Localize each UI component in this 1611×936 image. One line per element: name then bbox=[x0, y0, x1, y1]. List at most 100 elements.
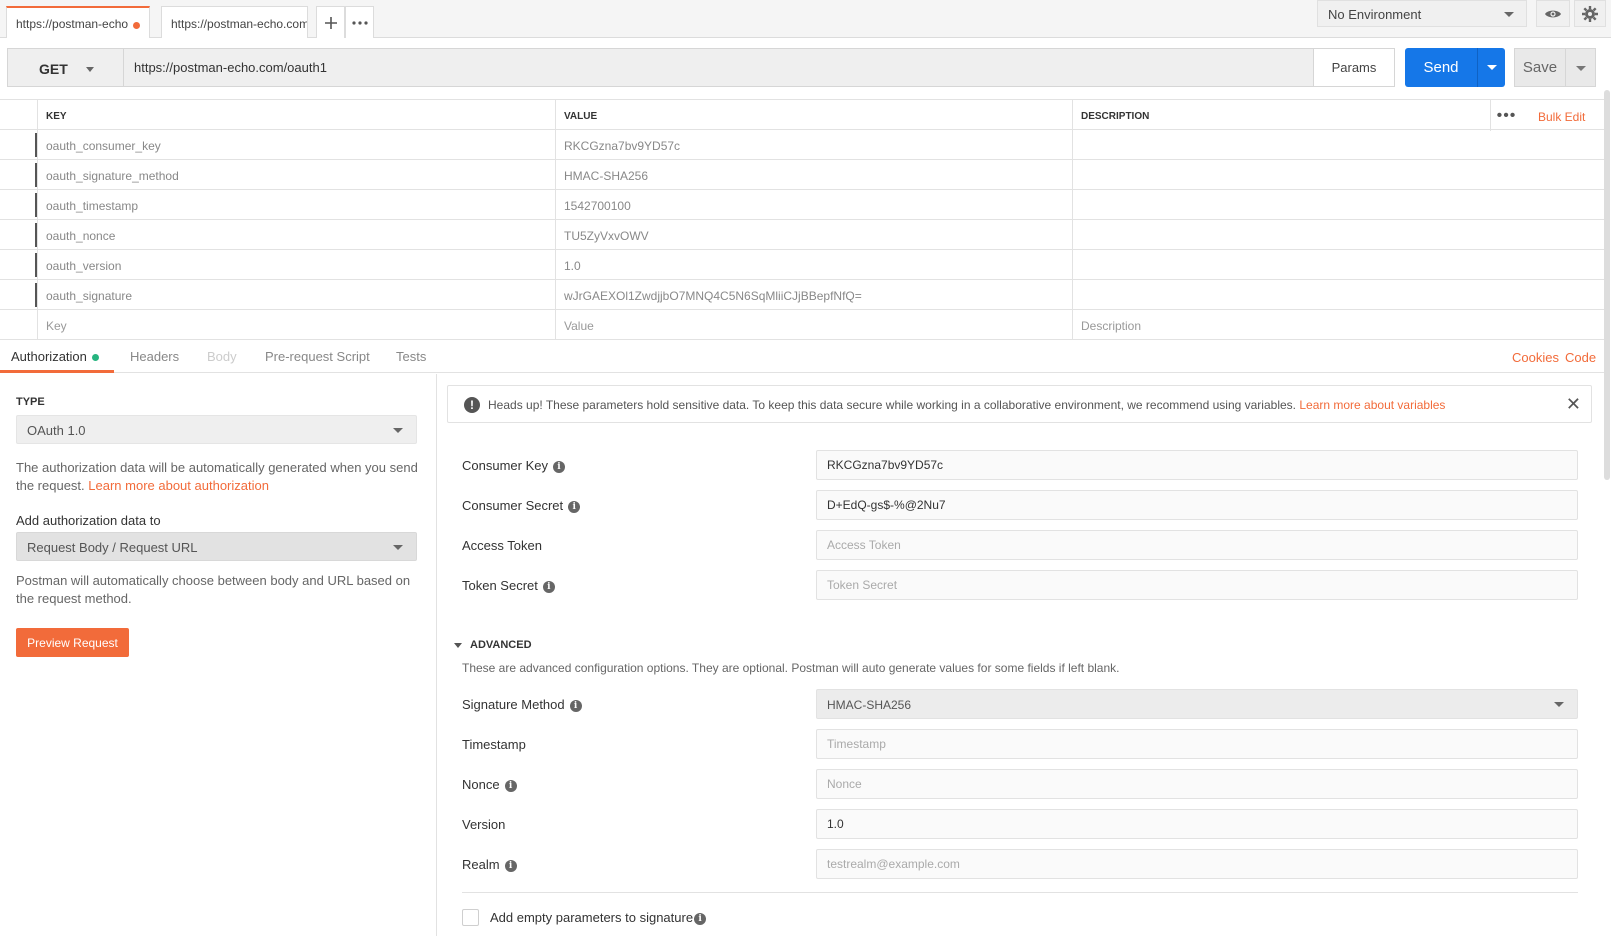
new-value-input[interactable]: Value bbox=[555, 310, 1072, 339]
param-value-cell[interactable]: TU5ZyVxvOWV bbox=[555, 220, 1072, 249]
consumer-secret-label: Consumer Secret i bbox=[462, 498, 581, 513]
advanced-description: These are advanced configuration options… bbox=[462, 661, 1120, 675]
tab-tests[interactable]: Tests bbox=[396, 349, 426, 364]
signature-method-select[interactable]: HMAC-SHA256 bbox=[816, 689, 1578, 719]
timestamp-label: Timestamp bbox=[462, 737, 526, 752]
consumer-key-label: Consumer Key i bbox=[462, 458, 565, 473]
info-icon[interactable]: i bbox=[694, 912, 707, 925]
auth-help-text: The authorization data will be automatic… bbox=[16, 459, 421, 495]
method-select[interactable]: GET bbox=[7, 48, 123, 87]
preview-request-button[interactable]: Preview Request bbox=[16, 628, 129, 657]
url-input[interactable] bbox=[123, 48, 1314, 87]
param-key-cell[interactable]: oauth_consumer_key bbox=[37, 130, 555, 159]
param-value-cell[interactable]: 1.0 bbox=[555, 250, 1072, 279]
bulk-edit-link[interactable]: Bulk Edit bbox=[1538, 110, 1585, 124]
learn-more-variables-link[interactable]: Learn more about variables bbox=[1299, 398, 1445, 412]
add-auth-to-select[interactable]: Request Body / Request URL bbox=[16, 532, 417, 561]
label-text: Consumer Key bbox=[462, 458, 548, 473]
tab-body[interactable]: Body bbox=[207, 349, 237, 364]
param-description-cell[interactable] bbox=[1072, 250, 1605, 279]
param-description-cell[interactable] bbox=[1072, 280, 1605, 309]
learn-more-authorization-link[interactable]: Learn more about authorization bbox=[88, 478, 269, 493]
send-button[interactable]: Send bbox=[1405, 48, 1477, 87]
table-options-icon[interactable]: ••• bbox=[1490, 100, 1522, 131]
column-header-key: KEY bbox=[37, 100, 555, 129]
param-value-cell[interactable]: RKCGzna7bv9YD57c bbox=[555, 130, 1072, 159]
environment-select[interactable]: No Environment bbox=[1317, 0, 1527, 27]
timestamp-input[interactable] bbox=[816, 729, 1578, 759]
alert-icon: ! bbox=[464, 397, 480, 413]
param-key-cell[interactable]: oauth_timestamp bbox=[37, 190, 555, 219]
column-header-value: VALUE bbox=[555, 100, 1072, 129]
tab-label: Authorization bbox=[11, 349, 87, 364]
param-key-cell[interactable]: oauth_nonce bbox=[37, 220, 555, 249]
info-icon[interactable]: i bbox=[504, 779, 517, 792]
auth-type-select[interactable]: OAuth 1.0 bbox=[16, 415, 417, 444]
new-key-input[interactable]: Key bbox=[37, 310, 555, 339]
params-button[interactable]: Params bbox=[1313, 48, 1395, 87]
method-value: GET bbox=[39, 61, 68, 77]
label-text: Realm bbox=[462, 857, 500, 872]
realm-label: Realm i bbox=[462, 857, 517, 872]
param-description-cell[interactable] bbox=[1072, 160, 1605, 189]
advanced-toggle[interactable]: ADVANCED bbox=[454, 639, 532, 651]
consumer-secret-input[interactable] bbox=[816, 490, 1578, 520]
info-icon[interactable]: i bbox=[568, 500, 581, 513]
empty-params-checkbox[interactable] bbox=[462, 909, 479, 926]
cookies-link[interactable]: Cookies bbox=[1512, 350, 1559, 365]
column-header-description: DESCRIPTION bbox=[1072, 100, 1605, 129]
param-description-cell[interactable] bbox=[1072, 130, 1605, 159]
status-dot-icon bbox=[91, 354, 99, 362]
new-param-row: Key Value Description bbox=[0, 310, 1605, 340]
eye-icon[interactable] bbox=[1536, 0, 1570, 27]
param-key-cell[interactable]: oauth_version bbox=[37, 250, 555, 279]
param-description-cell[interactable] bbox=[1072, 190, 1605, 219]
params-table-header: KEY VALUE DESCRIPTION ••• Bulk Edit bbox=[0, 99, 1605, 131]
ellipsis-icon[interactable] bbox=[345, 6, 374, 38]
save-options-button[interactable] bbox=[1566, 48, 1596, 87]
info-icon[interactable]: i bbox=[542, 580, 555, 593]
realm-input[interactable] bbox=[816, 849, 1578, 879]
add-to-help-text: Postman will automatically choose betwee… bbox=[16, 573, 411, 606]
request-tab-1[interactable]: https://postman-echo bbox=[6, 6, 150, 38]
plus-icon[interactable] bbox=[316, 6, 345, 38]
request-tab-2[interactable]: https://postman-echo.com/ bbox=[161, 6, 308, 38]
consumer-key-input[interactable] bbox=[816, 450, 1578, 480]
request-subtabs: Authorization Headers Body Pre-request S… bbox=[0, 340, 1605, 373]
info-icon[interactable]: i bbox=[552, 460, 565, 473]
gear-icon[interactable] bbox=[1574, 0, 1606, 27]
param-description-cell[interactable] bbox=[1072, 220, 1605, 249]
chevron-down-icon bbox=[86, 67, 94, 72]
code-link[interactable]: Code bbox=[1565, 350, 1596, 365]
param-value-cell[interactable]: wJrGAEXOl1ZwdjjbO7MNQ4C5N6SqMliiCJjBBepf… bbox=[555, 280, 1072, 309]
tab-pre-request-script[interactable]: Pre-request Script bbox=[265, 349, 370, 364]
version-label: Version bbox=[462, 817, 506, 832]
param-value-cell[interactable]: HMAC-SHA256 bbox=[555, 160, 1072, 189]
send-options-button[interactable] bbox=[1477, 48, 1505, 87]
close-icon[interactable]: ✕ bbox=[1566, 394, 1581, 415]
scrollbar[interactable] bbox=[1604, 90, 1610, 480]
info-icon[interactable]: i bbox=[569, 699, 582, 712]
param-key-cell[interactable]: oauth_signature_method bbox=[37, 160, 555, 189]
token-secret-input[interactable] bbox=[816, 570, 1578, 600]
param-value-cell[interactable]: 1542700100 bbox=[555, 190, 1072, 219]
nonce-input[interactable] bbox=[816, 769, 1578, 799]
save-button[interactable]: Save bbox=[1514, 48, 1566, 87]
table-row: oauth_timestamp 1542700100 bbox=[0, 190, 1605, 220]
table-row: oauth_version 1.0 bbox=[0, 250, 1605, 280]
auth-type-panel: TYPE OAuth 1.0 The authorization data wi… bbox=[0, 374, 437, 936]
signature-method-value: HMAC-SHA256 bbox=[827, 698, 912, 712]
access-token-input[interactable] bbox=[816, 530, 1578, 560]
label-text: Add empty parameters to signature bbox=[490, 910, 694, 925]
banner-message: Heads up! These parameters hold sensitiv… bbox=[488, 398, 1296, 412]
chevron-down-icon bbox=[1487, 65, 1497, 70]
params-table: KEY VALUE DESCRIPTION ••• Bulk Edit oaut… bbox=[0, 99, 1605, 340]
table-row: oauth_nonce TU5ZyVxvOWV bbox=[0, 220, 1605, 250]
new-description-input[interactable]: Description bbox=[1072, 310, 1605, 339]
tab-headers[interactable]: Headers bbox=[130, 349, 179, 364]
table-row: oauth_signature_method HMAC-SHA256 bbox=[0, 160, 1605, 190]
version-input[interactable] bbox=[816, 809, 1578, 839]
tab-authorization[interactable]: Authorization bbox=[11, 349, 99, 364]
param-key-cell[interactable]: oauth_signature bbox=[37, 280, 555, 309]
info-icon[interactable]: i bbox=[504, 859, 517, 872]
